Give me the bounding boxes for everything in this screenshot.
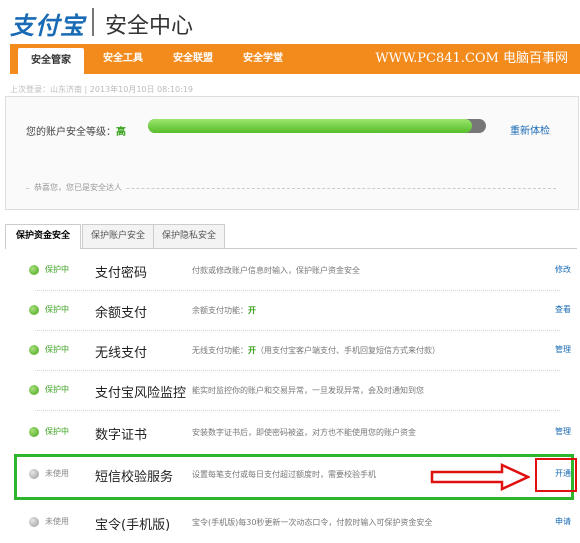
protection-subtabs: 保护资金安全 保护账户安全 保护隐私安全 bbox=[5, 224, 577, 249]
page-title: 安全中心 bbox=[105, 14, 194, 39]
last-login-info: 上次登录：山东济南 | 2013年10月10日 08:10:19 bbox=[10, 85, 193, 94]
tab-security-tools[interactable]: 安全工具 bbox=[90, 44, 156, 74]
item-description: 宝令(手机版)每30秒更新一次动态口令，付款时输入可保护资金安全 bbox=[192, 518, 433, 527]
subtab-protect-funds[interactable]: 保护资金安全 bbox=[5, 224, 81, 249]
manage-link[interactable]: 管理 bbox=[555, 344, 571, 355]
item-description: 付款或修改账户信息时输入，保护账户资金安全 bbox=[192, 266, 360, 275]
alipay-logo[interactable]: 支付宝 bbox=[10, 6, 85, 41]
security-level-label: 您的账户安全等级：高 bbox=[26, 123, 126, 138]
activate-highlight-box bbox=[535, 458, 577, 492]
status-off-icon bbox=[29, 517, 39, 527]
status-on-icon bbox=[29, 427, 39, 437]
item-name: 支付密码 bbox=[95, 266, 148, 281]
security-progress-bar bbox=[148, 119, 486, 133]
tab-security-manager[interactable]: 安全管家 bbox=[18, 48, 84, 74]
item-name: 数字证书 bbox=[95, 428, 148, 443]
item-description: 无线支付功能：开（用支付宝客户端支付、手机回复短信方式来付款） bbox=[192, 345, 440, 356]
row-divider bbox=[35, 410, 560, 411]
subtab-protect-privacy[interactable]: 保护隐私安全 bbox=[153, 224, 225, 248]
item-description: 安装数字证书后，即使密码被盗，对方也不能使用您的账户资金 bbox=[192, 428, 416, 437]
item-name: 无线支付 bbox=[95, 346, 148, 361]
security-level-text: 您的账户安全等级： bbox=[26, 127, 116, 138]
item-description: 余额支付功能：开 bbox=[192, 305, 256, 316]
view-link[interactable]: 查看 bbox=[555, 304, 571, 315]
list-item-wireless-payment: 保护中 无线支付 无线支付功能：开（用支付宝客户端支付、手机回复短信方式来付款）… bbox=[15, 331, 580, 371]
status-text: 保护中 bbox=[45, 305, 69, 314]
feature-on-value: 开 bbox=[248, 346, 256, 355]
status-on-icon bbox=[29, 265, 39, 275]
manage-link[interactable]: 管理 bbox=[555, 426, 571, 437]
list-item-mobile-token: 未使用 宝令(手机版) 宝令(手机版)每30秒更新一次动态口令，付款时输入可保护… bbox=[15, 503, 580, 543]
status-on-icon bbox=[29, 345, 39, 355]
item-name: 余额支付 bbox=[95, 306, 148, 321]
red-arrow-icon bbox=[430, 463, 530, 491]
tab-security-alliance[interactable]: 安全联盟 bbox=[160, 44, 226, 74]
status-text: 保护中 bbox=[45, 265, 69, 274]
list-item-digital-certificate: 保护中 数字证书 安装数字证书后，即使密码被盗，对方也不能使用您的账户资金 管理 bbox=[15, 413, 580, 453]
security-level-value: 高 bbox=[116, 127, 126, 138]
description-text: 无线支付功能： bbox=[192, 346, 248, 355]
tab-security-school[interactable]: 安全学堂 bbox=[230, 44, 296, 74]
status-text: 未使用 bbox=[45, 517, 69, 526]
item-name: 支付宝风险监控 bbox=[95, 386, 187, 401]
security-level-panel: 您的账户安全等级：高 重新体检 恭喜您，您已是安全达人 bbox=[5, 96, 579, 210]
recheck-link[interactable]: 重新体检 bbox=[510, 122, 550, 137]
description-note: （用支付宝客户端支付、手机回复短信方式来付款） bbox=[256, 346, 440, 355]
security-progress-fill bbox=[148, 119, 473, 133]
status-text: 保护中 bbox=[45, 385, 69, 394]
subtab-protect-account[interactable]: 保护账户安全 bbox=[82, 224, 154, 248]
description-text: 余额支付功能： bbox=[192, 306, 248, 315]
feature-on-value: 开 bbox=[248, 306, 256, 315]
site-watermark: WWW.PC841.COM 电脑百事网 bbox=[375, 51, 568, 66]
list-item-balance-payment: 保护中 余额支付 余额支付功能：开 查看 bbox=[15, 291, 580, 331]
status-on-icon bbox=[29, 305, 39, 315]
apply-link[interactable]: 申请 bbox=[555, 516, 571, 527]
list-item-payment-password: 保护中 支付密码 付款或修改账户信息时输入，保护账户资金安全 修改 bbox=[15, 251, 580, 291]
status-text: 保护中 bbox=[45, 345, 69, 354]
list-item-risk-monitor: 保护中 支付宝风险监控 能实时监控你的账户和交易异常，一旦发现异常，会及时通知到… bbox=[15, 371, 580, 411]
item-name: 宝令(手机版) bbox=[95, 518, 171, 533]
status-text: 保护中 bbox=[45, 427, 69, 436]
page-header: 支付宝 安全中心 bbox=[0, 0, 580, 44]
status-on-icon bbox=[29, 385, 39, 395]
main-nav: 安全管家 安全工具 安全联盟 安全学堂 WWW.PC841.COM 电脑百事网 bbox=[10, 44, 580, 74]
item-description: 能实时监控你的账户和交易异常，一旦发现异常，会及时通知到您 bbox=[192, 386, 424, 395]
logo-divider bbox=[92, 8, 94, 36]
congrats-message: 恭喜您，您已是安全达人 bbox=[30, 182, 126, 193]
modify-link[interactable]: 修改 bbox=[555, 264, 571, 275]
